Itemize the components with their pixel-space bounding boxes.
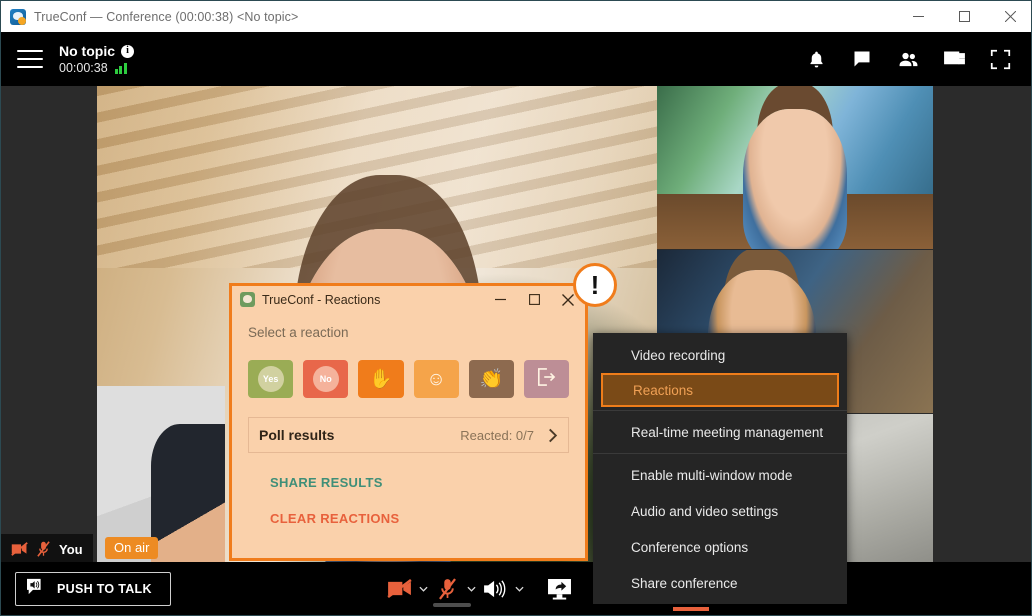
maximize-button[interactable] xyxy=(941,1,987,32)
menu-separator xyxy=(593,453,847,454)
chevron-down-icon[interactable] xyxy=(511,586,527,592)
menu-separator xyxy=(593,410,847,411)
speaker-volume[interactable] xyxy=(479,579,527,599)
reaction-no[interactable]: No xyxy=(303,360,349,398)
share-results-link[interactable]: SHARE RESULTS xyxy=(270,475,569,490)
mic-off-icon xyxy=(37,541,50,557)
menu-item-reactions[interactable]: Reactions xyxy=(601,373,839,407)
conference-context-menu: Video recording Reactions Real-time meet… xyxy=(593,333,847,611)
poll-results-meta: Reacted: 0/7 xyxy=(460,428,558,443)
speaker-icon xyxy=(479,579,511,599)
header-actions xyxy=(793,36,1023,82)
dialog-minimize-button[interactable] xyxy=(483,286,517,313)
reaction-raise-hand[interactable]: ✋ xyxy=(358,360,404,398)
menu-item-enable-multi-window-mode[interactable]: Enable multi-window mode xyxy=(593,457,847,493)
poll-results-row[interactable]: Poll results Reacted: 0/7 xyxy=(248,417,569,453)
trueconf-app-icon xyxy=(10,8,26,25)
alert-exclamation-badge[interactable]: ! xyxy=(573,263,617,307)
minimize-button[interactable] xyxy=(895,1,941,32)
chevron-right-icon[interactable] xyxy=(548,428,558,443)
status-badge-onair: On air xyxy=(105,537,159,559)
conference-header: No topic i 00:00:38 xyxy=(1,32,1031,86)
reactions-dialog-links: SHARE RESULTS CLEAR REACTIONS xyxy=(248,475,569,526)
smile-icon: ☺ xyxy=(426,368,446,390)
reaction-leave[interactable] xyxy=(523,360,570,398)
conference-timer-row: 00:00:38 xyxy=(59,61,134,75)
chevron-down-icon[interactable] xyxy=(415,586,431,592)
dialog-maximize-button[interactable] xyxy=(517,286,551,313)
screen-share-icon xyxy=(543,578,575,600)
select-reaction-label: Select a reaction xyxy=(248,325,349,340)
menu-item-share-conference[interactable]: Share conference xyxy=(593,565,847,601)
video-tile-participant-1[interactable] xyxy=(657,86,933,249)
microphone-toggle[interactable] xyxy=(431,577,479,600)
poll-reacted-count: Reacted: 0/7 xyxy=(460,427,534,443)
menu-item-video-recording[interactable]: Video recording xyxy=(593,337,847,373)
camera-toggle[interactable] xyxy=(383,579,431,598)
reactions-dialog-titlebar: TrueConf - Reactions xyxy=(232,286,585,313)
camera-off-icon xyxy=(11,542,28,556)
conference-topic: No topic xyxy=(59,43,115,59)
reaction-yes[interactable]: Yes xyxy=(248,360,294,398)
fullscreen-button[interactable] xyxy=(977,36,1023,82)
notifications-button[interactable] xyxy=(793,36,839,82)
reaction-smile[interactable]: ☺ xyxy=(413,360,459,398)
window-controls xyxy=(895,1,1031,32)
conference-bottom-toolbar: PUSH TO TALK xyxy=(1,562,1031,615)
conference-elapsed: 00:00:38 xyxy=(59,61,108,75)
speaker-bubble-icon xyxy=(26,578,45,600)
trueconf-conference-window: TrueConf — Conference (00:00:38) <No top… xyxy=(0,0,1032,616)
conference-topic-row: No topic i xyxy=(59,43,134,59)
participants-button[interactable] xyxy=(885,36,931,82)
menu-item-realtime-meeting-management[interactable]: Real-time meeting management xyxy=(593,414,847,450)
menu-item-audio-and-video-settings[interactable]: Audio and video settings xyxy=(593,493,847,529)
raise-hand-icon: ✋ xyxy=(369,368,393,390)
menu-active-indicator xyxy=(673,607,709,611)
reactions-dialog: TrueConf - Reactions Select a reaction Y… xyxy=(229,283,588,561)
mic-off-icon xyxy=(431,577,463,600)
hamburger-icon[interactable] xyxy=(17,50,43,68)
window-titlebar: TrueConf — Conference (00:00:38) <No top… xyxy=(1,1,1031,32)
clear-reactions-link[interactable]: CLEAR REACTIONS xyxy=(270,511,569,526)
reaction-applause[interactable]: 👏 xyxy=(468,360,514,398)
leave-icon xyxy=(536,368,556,390)
signal-bars-icon xyxy=(114,62,127,74)
microphone-level-indicator xyxy=(433,603,471,607)
reactions-dialog-controls xyxy=(483,286,585,313)
reactions-dialog-title: TrueConf - Reactions xyxy=(262,292,381,307)
close-button[interactable] xyxy=(987,1,1031,32)
info-icon[interactable]: i xyxy=(121,44,134,58)
layout-button[interactable] xyxy=(931,36,977,82)
chat-button[interactable] xyxy=(839,36,885,82)
reactions-row: Yes No ✋ ☺ 👏 xyxy=(248,360,570,398)
push-to-talk-label: PUSH TO TALK xyxy=(57,581,152,596)
trueconf-icon xyxy=(240,292,255,307)
applause-icon: 👏 xyxy=(479,368,504,390)
camera-off-icon xyxy=(383,579,415,598)
self-tile-statusbar: You xyxy=(1,534,93,564)
menu-item-conference-options[interactable]: Conference options xyxy=(593,529,847,565)
chevron-down-icon[interactable] xyxy=(463,586,479,592)
poll-results-title: Poll results xyxy=(259,427,335,443)
reaction-no-label: No xyxy=(312,366,339,392)
reaction-yes-label: Yes xyxy=(257,366,284,392)
reactions-dialog-body: Select a reaction Yes No ✋ ☺ 👏 Poll resu… xyxy=(232,313,585,526)
window-title: TrueConf — Conference (00:00:38) <No top… xyxy=(34,9,299,24)
conference-info: No topic i 00:00:38 xyxy=(59,43,134,75)
share-screen-button[interactable] xyxy=(543,578,575,600)
push-to-talk-button[interactable]: PUSH TO TALK xyxy=(15,571,171,606)
self-name-label: You xyxy=(59,541,83,557)
media-controls xyxy=(383,562,612,615)
